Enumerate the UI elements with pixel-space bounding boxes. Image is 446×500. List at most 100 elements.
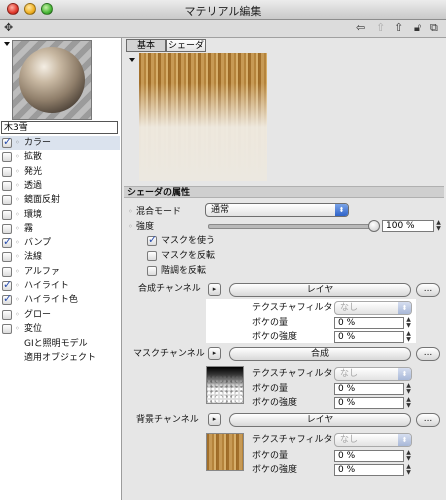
material-preview-sphere[interactable]: [12, 40, 92, 120]
channel-item[interactable]: ◦ 法線: [0, 250, 120, 264]
mask-filter-select[interactable]: なし ⬍: [334, 367, 412, 381]
channel-dot-icon: ◦: [15, 295, 20, 305]
tab-shader[interactable]: シェーダ: [166, 39, 206, 52]
mask-blur-strength-stepper[interactable]: ▲ ▼: [405, 397, 412, 409]
window-title: マテリアル編集: [184, 5, 262, 18]
channel-item[interactable]: ◦ 発光: [0, 165, 120, 179]
background-layer-button[interactable]: レイヤ: [229, 413, 411, 427]
mask-composite-button[interactable]: 合成: [229, 347, 411, 361]
channel-item[interactable]: ✓ ◦ ハイライト色: [0, 292, 120, 307]
channel-item[interactable]: ◦ 環境: [0, 208, 120, 222]
mask-channel-menu-button[interactable]: ▸: [208, 347, 221, 360]
background-filter-select[interactable]: なし ⬍: [334, 433, 412, 447]
channel-item[interactable]: ◦ グロー: [0, 308, 120, 322]
channel-checkbox[interactable]: ✓: [2, 292, 12, 306]
preview-collapse-triangle-icon[interactable]: [129, 58, 135, 62]
channel-label: ハイライト: [24, 281, 69, 291]
invert-mask-checkbox[interactable]: [147, 251, 157, 261]
lock-icon[interactable]: 🔓︎: [414, 21, 421, 35]
strength-slider-thumb[interactable]: [368, 220, 380, 232]
channel-item[interactable]: ◦ 変位: [0, 322, 120, 336]
channel-item[interactable]: ◦ アルファ: [0, 265, 120, 279]
back-arrow-icon[interactable]: ⇦: [356, 21, 365, 35]
channel-item[interactable]: ◦ 鏡面反射: [0, 193, 120, 207]
channel-checkbox[interactable]: [2, 309, 12, 320]
composite-channel-menu-button[interactable]: ▸: [208, 283, 221, 296]
composite-blur-amount-stepper[interactable]: ▲ ▼: [405, 317, 412, 329]
channel-checkbox[interactable]: [2, 195, 12, 206]
new-window-icon[interactable]: ⧉: [430, 21, 438, 35]
background-filter-label: テクスチャフィルタ: [252, 435, 333, 445]
invert-tone-checkbox[interactable]: [147, 266, 157, 276]
composite-layer-button[interactable]: レイヤ: [229, 283, 411, 297]
mask-blur-strength-field[interactable]: 0 %: [334, 397, 404, 409]
channel-checkbox[interactable]: ✓: [2, 278, 12, 291]
mask-blur-amount-field[interactable]: 0 %: [334, 383, 404, 395]
strength-field[interactable]: 100 %: [382, 220, 434, 232]
channel-dot-icon: ◦: [15, 209, 20, 219]
channel-checkbox[interactable]: ✓: [2, 135, 12, 148]
mask-thumbnail-image: [207, 367, 243, 403]
channel-checkbox[interactable]: ✓: [2, 235, 12, 249]
background-blur-strength-stepper[interactable]: ▲ ▼: [405, 464, 412, 476]
background-blur-strength-field[interactable]: 0 %: [334, 464, 404, 476]
channel-item[interactable]: ✓ ◦ カラー: [0, 135, 120, 150]
composite-blur-amount-field[interactable]: 0 %: [334, 317, 404, 329]
tab-basic[interactable]: 基本: [126, 39, 166, 52]
channel-item[interactable]: ◦ 霧: [0, 222, 120, 236]
channel-checkbox[interactable]: [2, 209, 12, 220]
channel-label: 拡散: [24, 152, 43, 163]
title-bar[interactable]: マテリアル編集: [0, 0, 446, 20]
channel-dot-icon: ◦: [15, 223, 20, 233]
use-mask-check-icon: ✓: [148, 233, 158, 246]
channel-item[interactable]: ◦ 拡散: [0, 150, 120, 164]
snow-overlay: [139, 83, 267, 181]
mask-thumbnail: [206, 366, 244, 404]
composite-more-button[interactable]: ...: [416, 283, 440, 297]
channel-checkbox[interactable]: [2, 166, 12, 177]
channel-checkbox[interactable]: [2, 152, 12, 163]
channel-dot-icon: ◦: [15, 166, 20, 176]
strength-stepper[interactable]: ▲ ▼: [435, 220, 442, 232]
channel-checkbox[interactable]: [2, 180, 12, 191]
channel-dot-icon: ◦: [15, 281, 20, 290]
gi-lighting-model-item[interactable]: GIと照明モデル: [24, 336, 88, 349]
pin-icon[interactable]: ✥: [4, 21, 13, 35]
channel-label: バンプ: [24, 238, 52, 249]
popup-arrows-icon: ⬍: [335, 204, 348, 216]
use-mask-checkbox[interactable]: ✓: [147, 233, 158, 246]
mask-blur-amount-stepper[interactable]: ▲ ▼: [405, 383, 412, 395]
channel-checkbox[interactable]: [2, 323, 12, 334]
material-name-field[interactable]: 木3雪: [1, 121, 118, 134]
channel-checkbox[interactable]: [2, 252, 12, 263]
forward-arrow-icon[interactable]: ⇧: [376, 21, 385, 35]
mask-more-button[interactable]: ...: [416, 347, 440, 361]
applied-objects-item[interactable]: 適用オブジェクト: [24, 350, 96, 363]
channel-item[interactable]: ✓ ◦ ハイライト: [0, 278, 120, 293]
vertical-scrollbar[interactable]: [442, 38, 446, 500]
composite-blur-strength-stepper[interactable]: ▲ ▼: [405, 331, 412, 343]
background-more-button[interactable]: ...: [416, 413, 440, 427]
mask-blur-strength-label: ボケの強度: [252, 398, 298, 408]
channel-dot-icon: ◦: [15, 252, 20, 262]
channel-dot-icon: ◦: [15, 309, 20, 319]
strength-label: 強度: [136, 222, 155, 232]
strength-slider-track[interactable]: [208, 224, 376, 229]
channel-item[interactable]: ✓ ◦ バンプ: [0, 235, 120, 250]
channel-checkbox[interactable]: [2, 266, 12, 277]
channel-checkbox[interactable]: [2, 223, 12, 234]
composite-blur-strength-field[interactable]: 0 %: [334, 331, 404, 343]
background-blur-amount-stepper[interactable]: ▲ ▼: [405, 450, 412, 462]
blend-mode-select[interactable]: 通常 ⬍: [205, 203, 349, 217]
channel-item[interactable]: ◦ 透過: [0, 179, 120, 193]
background-channel-menu-button[interactable]: ▸: [208, 413, 221, 426]
background-blur-amount-field[interactable]: 0 %: [334, 450, 404, 462]
channel-label: カラー: [24, 138, 52, 148]
collapse-triangle-icon[interactable]: [4, 42, 10, 46]
channel-dot-icon: ◦: [15, 266, 20, 276]
channel-label: 変位: [24, 323, 43, 334]
composite-filter-select[interactable]: なし ⬍: [334, 301, 412, 315]
invert-mask-label: マスクを反転: [161, 251, 216, 261]
channel-dot-icon: ◦: [15, 195, 20, 205]
up-arrow-icon[interactable]: ⇧: [394, 21, 403, 35]
